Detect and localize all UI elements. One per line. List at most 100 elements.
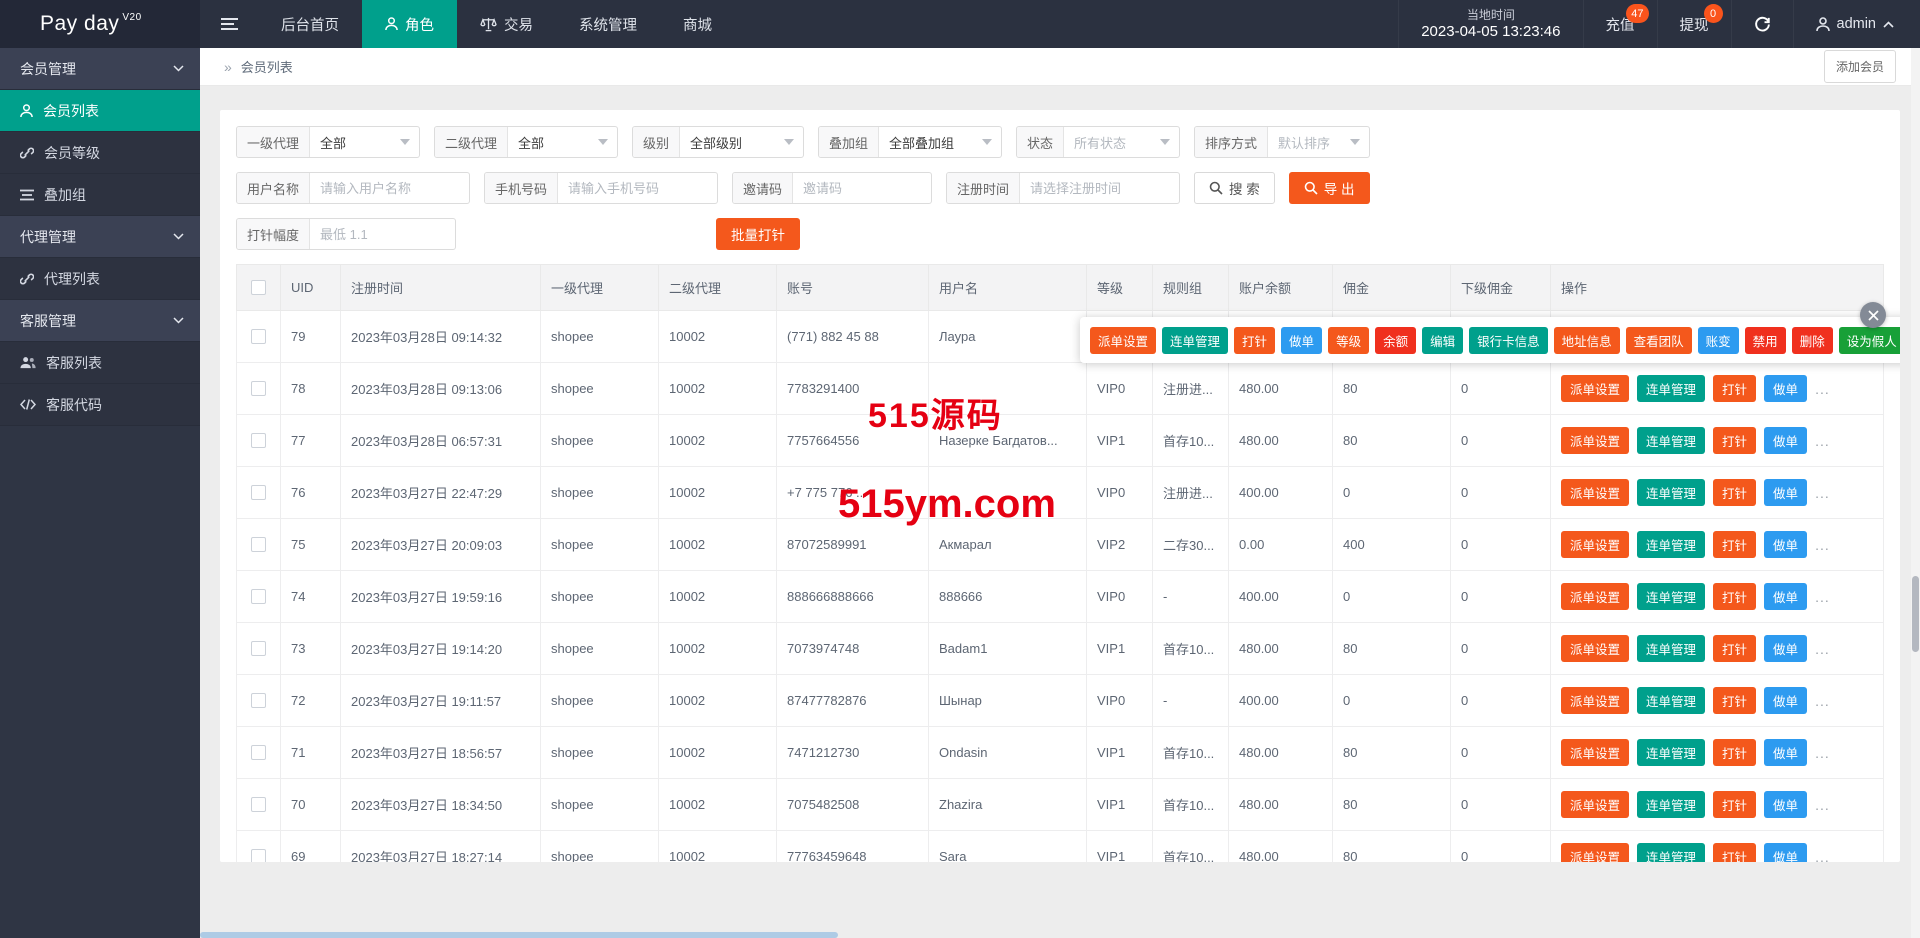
- row-action-button[interactable]: 连单管理: [1637, 843, 1706, 862]
- row-action-button[interactable]: 连单管理: [1637, 375, 1706, 402]
- filter-input-field[interactable]: [793, 173, 931, 203]
- row-more-actions-button[interactable]: ...: [1815, 589, 1830, 605]
- select-all-checkbox[interactable]: [251, 280, 266, 295]
- nav-item-dashboard[interactable]: 后台首页: [258, 0, 362, 48]
- sidebar-toggle-button[interactable]: [200, 0, 258, 48]
- row-action-button[interactable]: 连单管理: [1637, 583, 1706, 610]
- popup-action-button[interactable]: 连单管理: [1162, 326, 1229, 354]
- row-more-actions-button[interactable]: ...: [1815, 381, 1830, 397]
- horizontal-scrollbar-thumb[interactable]: [200, 932, 838, 938]
- row-more-actions-button[interactable]: ...: [1815, 537, 1830, 553]
- withdraw-button[interactable]: 提现 0: [1656, 0, 1731, 48]
- row-action-button[interactable]: 派单设置: [1561, 739, 1630, 766]
- row-action-button[interactable]: 做单: [1764, 687, 1808, 714]
- sidebar-group-6[interactable]: 客服管理: [0, 300, 200, 342]
- popup-action-button[interactable]: 做单: [1281, 326, 1323, 354]
- row-action-button[interactable]: 连单管理: [1637, 739, 1706, 766]
- row-action-button[interactable]: 做单: [1764, 739, 1808, 766]
- row-action-button[interactable]: 做单: [1764, 791, 1808, 818]
- popup-action-button[interactable]: 禁用: [1744, 326, 1786, 354]
- row-action-button[interactable]: 连单管理: [1637, 791, 1706, 818]
- sidebar-item-8[interactable]: 客服代码: [0, 384, 200, 426]
- row-action-button[interactable]: 派单设置: [1561, 791, 1630, 818]
- row-checkbox[interactable]: [251, 589, 266, 604]
- filter-select-2[interactable]: 级别 全部级别: [632, 126, 804, 158]
- user-menu[interactable]: admin: [1792, 0, 1920, 48]
- row-checkbox[interactable]: [251, 745, 266, 760]
- row-checkbox[interactable]: [251, 641, 266, 656]
- row-action-button[interactable]: 打针: [1713, 479, 1757, 506]
- row-checkbox[interactable]: [251, 693, 266, 708]
- sidebar-item-7[interactable]: 客服列表: [0, 342, 200, 384]
- row-action-button[interactable]: 打针: [1713, 635, 1757, 662]
- row-action-button[interactable]: 做单: [1764, 375, 1808, 402]
- row-checkbox[interactable]: [251, 797, 266, 812]
- row-action-button[interactable]: 打针: [1713, 739, 1757, 766]
- popup-action-button[interactable]: 编辑: [1422, 326, 1464, 354]
- refresh-button[interactable]: [1730, 0, 1793, 48]
- row-checkbox[interactable]: [251, 433, 266, 448]
- row-checkbox[interactable]: [251, 329, 266, 344]
- row-action-button[interactable]: 派单设置: [1561, 635, 1630, 662]
- popup-action-button[interactable]: 删除: [1791, 326, 1833, 354]
- popup-action-button[interactable]: 余额: [1375, 326, 1417, 354]
- vertical-scrollbar[interactable]: [1911, 48, 1920, 938]
- filter-select-3[interactable]: 叠加组 全部叠加组: [818, 126, 1002, 158]
- nav-item-trade[interactable]: 交易: [457, 0, 556, 48]
- row-action-button[interactable]: 打针: [1713, 583, 1757, 610]
- row-action-button[interactable]: 做单: [1764, 427, 1808, 454]
- row-action-button[interactable]: 派单设置: [1561, 375, 1630, 402]
- row-action-button[interactable]: 打针: [1713, 531, 1757, 558]
- filter-select-4[interactable]: 状态 所有状态: [1016, 126, 1180, 158]
- row-action-button[interactable]: 做单: [1764, 635, 1808, 662]
- row-action-button[interactable]: 打针: [1713, 427, 1757, 454]
- row-action-button[interactable]: 打针: [1713, 791, 1757, 818]
- nav-item-mall[interactable]: 商城: [660, 0, 735, 48]
- nav-item-role[interactable]: 角色: [362, 0, 457, 48]
- filter-input-field[interactable]: [310, 173, 469, 203]
- row-action-button[interactable]: 打针: [1713, 687, 1757, 714]
- row-action-button[interactable]: 连单管理: [1637, 687, 1706, 714]
- row-more-actions-button[interactable]: ...: [1815, 433, 1830, 449]
- row-action-button[interactable]: 连单管理: [1637, 635, 1706, 662]
- row-action-button[interactable]: 派单设置: [1561, 427, 1630, 454]
- row-more-actions-button[interactable]: ...: [1815, 797, 1830, 813]
- popup-action-button[interactable]: 等级: [1328, 326, 1370, 354]
- sidebar-group-0[interactable]: 会员管理: [0, 48, 200, 90]
- vertical-scrollbar-thumb[interactable]: [1912, 576, 1919, 652]
- batch-needle-button[interactable]: 批量打针: [716, 218, 800, 250]
- row-more-actions-button[interactable]: ...: [1815, 745, 1830, 761]
- row-more-actions-button[interactable]: ...: [1815, 485, 1830, 501]
- sidebar-item-3[interactable]: 叠加组: [0, 174, 200, 216]
- row-action-button[interactable]: 派单设置: [1561, 843, 1630, 862]
- popup-action-button[interactable]: 银行卡信息: [1469, 326, 1548, 354]
- nav-item-system[interactable]: 系统管理: [556, 0, 660, 48]
- row-action-button[interactable]: 派单设置: [1561, 687, 1630, 714]
- filter-select-1[interactable]: 二级代理 全部: [434, 126, 618, 158]
- row-checkbox[interactable]: [251, 381, 266, 396]
- sidebar-item-1[interactable]: 会员列表: [0, 90, 200, 132]
- row-action-button[interactable]: 做单: [1764, 583, 1808, 610]
- filter-input-field[interactable]: [1020, 173, 1179, 203]
- row-checkbox[interactable]: [251, 849, 266, 862]
- row-checkbox[interactable]: [251, 537, 266, 552]
- row-action-button[interactable]: 派单设置: [1561, 583, 1630, 610]
- search-button[interactable]: 搜 索: [1194, 172, 1275, 204]
- recharge-button[interactable]: 充值 47: [1582, 0, 1657, 48]
- popup-close-button[interactable]: [1860, 302, 1886, 328]
- sidebar-group-4[interactable]: 代理管理: [0, 216, 200, 258]
- row-action-button[interactable]: 打针: [1713, 375, 1757, 402]
- sidebar-item-2[interactable]: 会员等级: [0, 132, 200, 174]
- row-checkbox[interactable]: [251, 485, 266, 500]
- row-action-button[interactable]: 做单: [1764, 531, 1808, 558]
- row-action-button[interactable]: 连单管理: [1637, 531, 1706, 558]
- row-more-actions-button[interactable]: ...: [1815, 849, 1830, 862]
- row-action-button[interactable]: 打针: [1713, 843, 1757, 862]
- sidebar-item-5[interactable]: 代理列表: [0, 258, 200, 300]
- row-action-button[interactable]: 连单管理: [1637, 427, 1706, 454]
- popup-action-button[interactable]: 账变: [1697, 326, 1739, 354]
- row-action-button[interactable]: 连单管理: [1637, 479, 1706, 506]
- row-more-actions-button[interactable]: ...: [1815, 641, 1830, 657]
- popup-action-button[interactable]: 查看团队: [1625, 326, 1692, 354]
- popup-action-button[interactable]: 打针: [1234, 326, 1276, 354]
